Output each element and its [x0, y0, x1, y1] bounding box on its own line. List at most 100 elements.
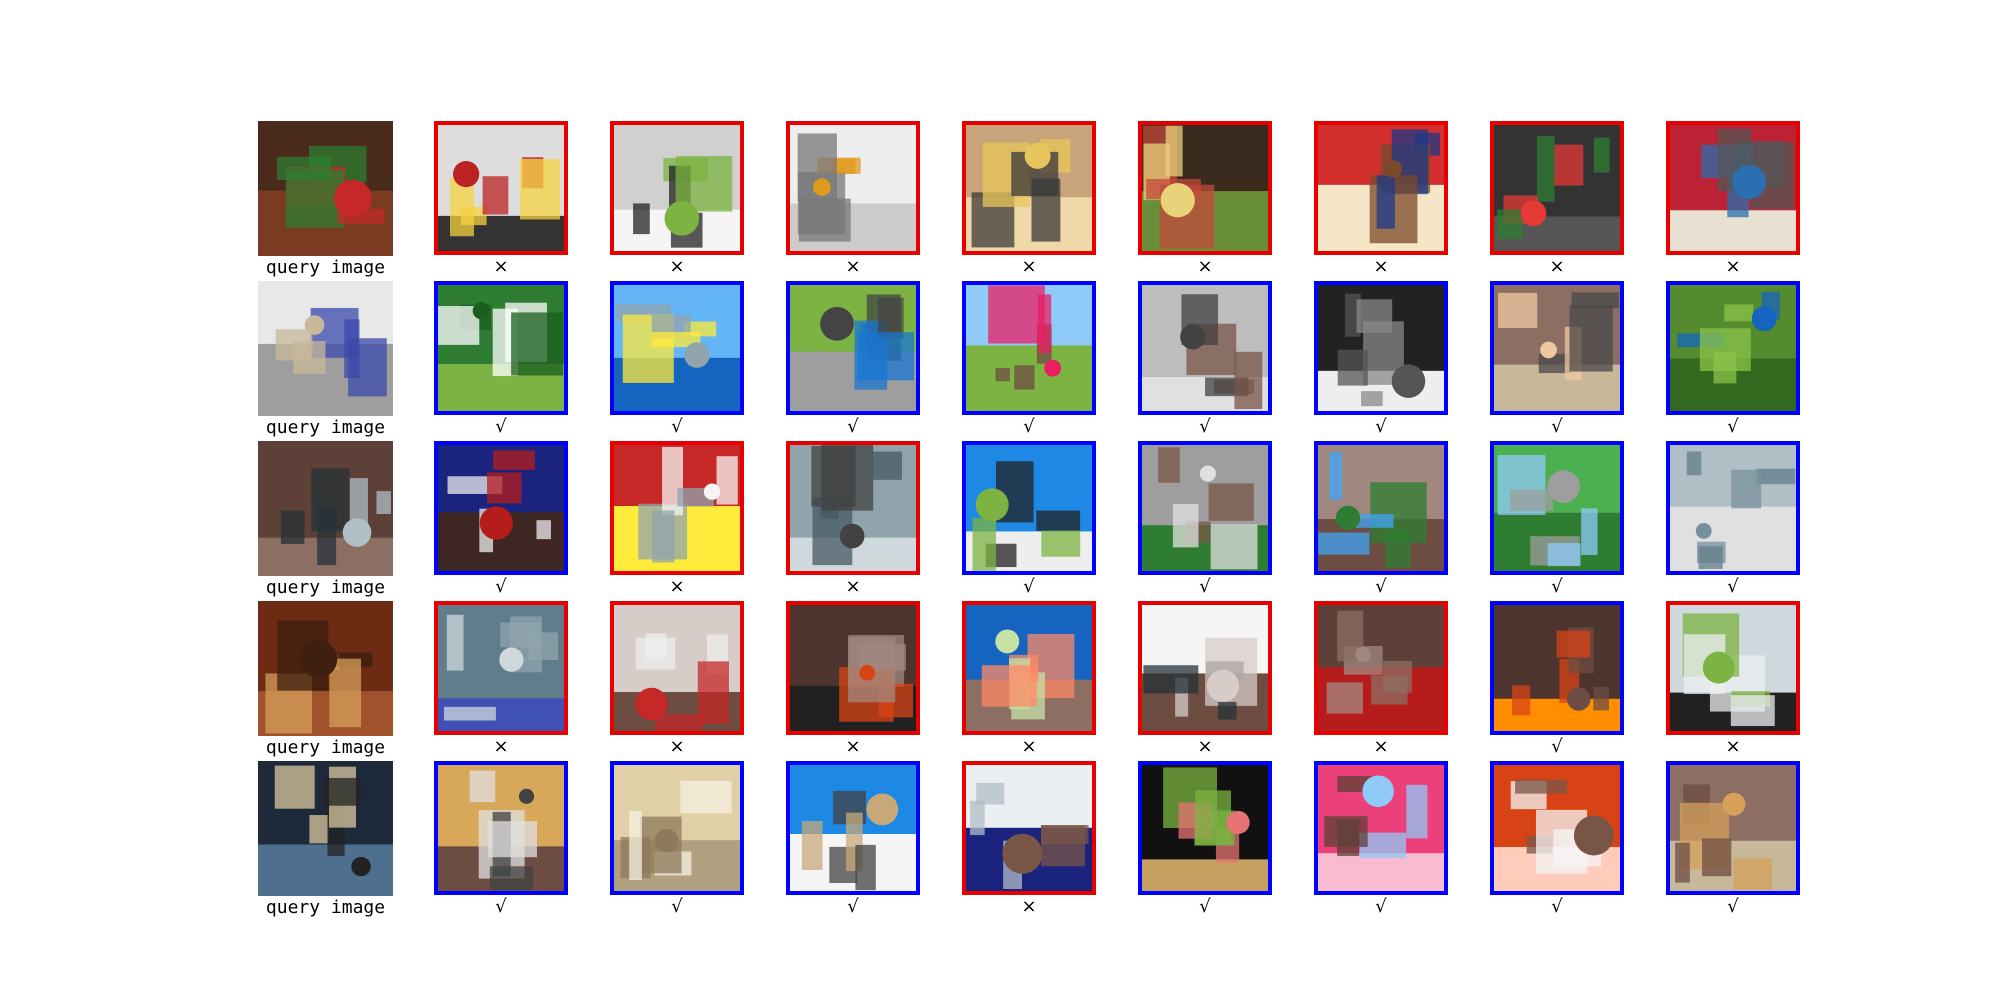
correct-result-thumbnail — [1490, 441, 1624, 575]
correct-result-thumbnail — [1138, 441, 1272, 575]
retrieved-result: √ — [434, 281, 568, 441]
check-mark: √ — [1727, 576, 1739, 597]
wrong-result-thumbnail — [786, 121, 920, 255]
correct-result-thumbnail — [434, 441, 568, 575]
result-row: query image √ √ √ √ √ √ √ √ — [0, 281, 2000, 441]
check-mark: √ — [1375, 416, 1387, 437]
retrieved-result: √ — [962, 281, 1096, 441]
retrieval-results-figure: query image × × × × × × × × query image √ √ √ √ √ √ √ √ qu… — [0, 0, 2000, 1000]
cross-mark: × — [845, 256, 861, 277]
retrieved-result: √ — [434, 761, 568, 921]
retrieved-result: × — [1314, 601, 1448, 761]
retrieved-result: × — [1314, 121, 1448, 281]
result-row: query image √ × × √ √ √ √ √ — [0, 441, 2000, 601]
wrong-result-thumbnail — [962, 761, 1096, 895]
retrieved-result: × — [434, 601, 568, 761]
retrieved-result: × — [962, 761, 1096, 921]
correct-result-thumbnail — [434, 281, 568, 415]
cross-mark: × — [1373, 256, 1389, 277]
check-mark: √ — [495, 896, 507, 917]
retrieved-result: × — [962, 121, 1096, 281]
retrieved-result: × — [1666, 601, 1800, 761]
retrieved-result: × — [610, 441, 744, 601]
retrieved-result: √ — [434, 441, 568, 601]
correct-result-thumbnail — [1490, 281, 1624, 415]
query-image-caption: query image — [265, 737, 386, 758]
retrieved-result: × — [1666, 121, 1800, 281]
check-mark: √ — [1727, 896, 1739, 917]
check-mark: √ — [495, 576, 507, 597]
retrieved-result: √ — [1490, 441, 1624, 601]
check-mark: √ — [671, 896, 683, 917]
retrieved-result: × — [610, 121, 744, 281]
correct-result-thumbnail — [1314, 761, 1448, 895]
retrieved-result: √ — [1138, 761, 1272, 921]
cross-mark: × — [845, 576, 861, 597]
check-mark: √ — [1199, 416, 1211, 437]
retrieved-result: × — [786, 601, 920, 761]
check-mark: √ — [671, 416, 683, 437]
query-image-caption: query image — [265, 257, 386, 278]
query-image — [258, 601, 393, 736]
retrieved-result: √ — [1138, 281, 1272, 441]
query-image — [258, 121, 393, 256]
correct-result-thumbnail — [1666, 761, 1800, 895]
query-image-caption: query image — [265, 577, 386, 598]
check-mark: √ — [1551, 896, 1563, 917]
retrieved-result: × — [1490, 121, 1624, 281]
check-mark: √ — [1551, 736, 1563, 757]
correct-result-thumbnail — [610, 761, 744, 895]
cross-mark: × — [493, 736, 509, 757]
check-mark: √ — [1023, 576, 1035, 597]
cross-mark: × — [1197, 736, 1213, 757]
cross-mark: × — [1725, 256, 1741, 277]
retrieved-result: × — [786, 441, 920, 601]
check-mark: √ — [1375, 576, 1387, 597]
correct-result-thumbnail — [786, 761, 920, 895]
wrong-result-thumbnail — [610, 441, 744, 575]
correct-result-thumbnail — [962, 441, 1096, 575]
correct-result-thumbnail — [1490, 761, 1624, 895]
result-row: query image × × × × × × √ × — [0, 601, 2000, 761]
check-mark: √ — [1551, 576, 1563, 597]
retrieved-result: × — [610, 601, 744, 761]
check-mark: √ — [1727, 416, 1739, 437]
retrieved-result: √ — [1490, 601, 1624, 761]
cross-mark: × — [1021, 736, 1037, 757]
cross-mark: × — [493, 256, 509, 277]
check-mark: √ — [1375, 896, 1387, 917]
wrong-result-thumbnail — [1314, 121, 1448, 255]
retrieved-result: × — [1138, 601, 1272, 761]
cross-mark: × — [669, 256, 685, 277]
wrong-result-thumbnail — [1490, 121, 1624, 255]
cross-mark: × — [669, 736, 685, 757]
retrieved-result: √ — [1666, 441, 1800, 601]
query-image — [258, 761, 393, 896]
correct-result-thumbnail — [1666, 441, 1800, 575]
cross-mark: × — [669, 576, 685, 597]
wrong-result-thumbnail — [1138, 601, 1272, 735]
correct-result-thumbnail — [1138, 281, 1272, 415]
retrieved-result: √ — [1314, 441, 1448, 601]
query-image-caption: query image — [265, 897, 386, 918]
result-row: query image × × × × × × × × — [0, 121, 2000, 281]
cross-mark: × — [1021, 896, 1037, 917]
query-image — [258, 441, 393, 576]
retrieved-result: √ — [1490, 761, 1624, 921]
check-mark: √ — [1199, 896, 1211, 917]
retrieved-result: √ — [1314, 761, 1448, 921]
correct-result-thumbnail — [1138, 761, 1272, 895]
wrong-result-thumbnail — [1314, 601, 1448, 735]
cross-mark: × — [845, 736, 861, 757]
wrong-result-thumbnail — [1138, 121, 1272, 255]
wrong-result-thumbnail — [786, 441, 920, 575]
correct-result-thumbnail — [434, 761, 568, 895]
correct-result-thumbnail — [610, 281, 744, 415]
retrieved-result: √ — [610, 761, 744, 921]
wrong-result-thumbnail — [786, 601, 920, 735]
retrieved-result: × — [962, 601, 1096, 761]
check-mark: √ — [847, 896, 859, 917]
cross-mark: × — [1197, 256, 1213, 277]
correct-result-thumbnail — [962, 281, 1096, 415]
retrieved-result: √ — [610, 281, 744, 441]
